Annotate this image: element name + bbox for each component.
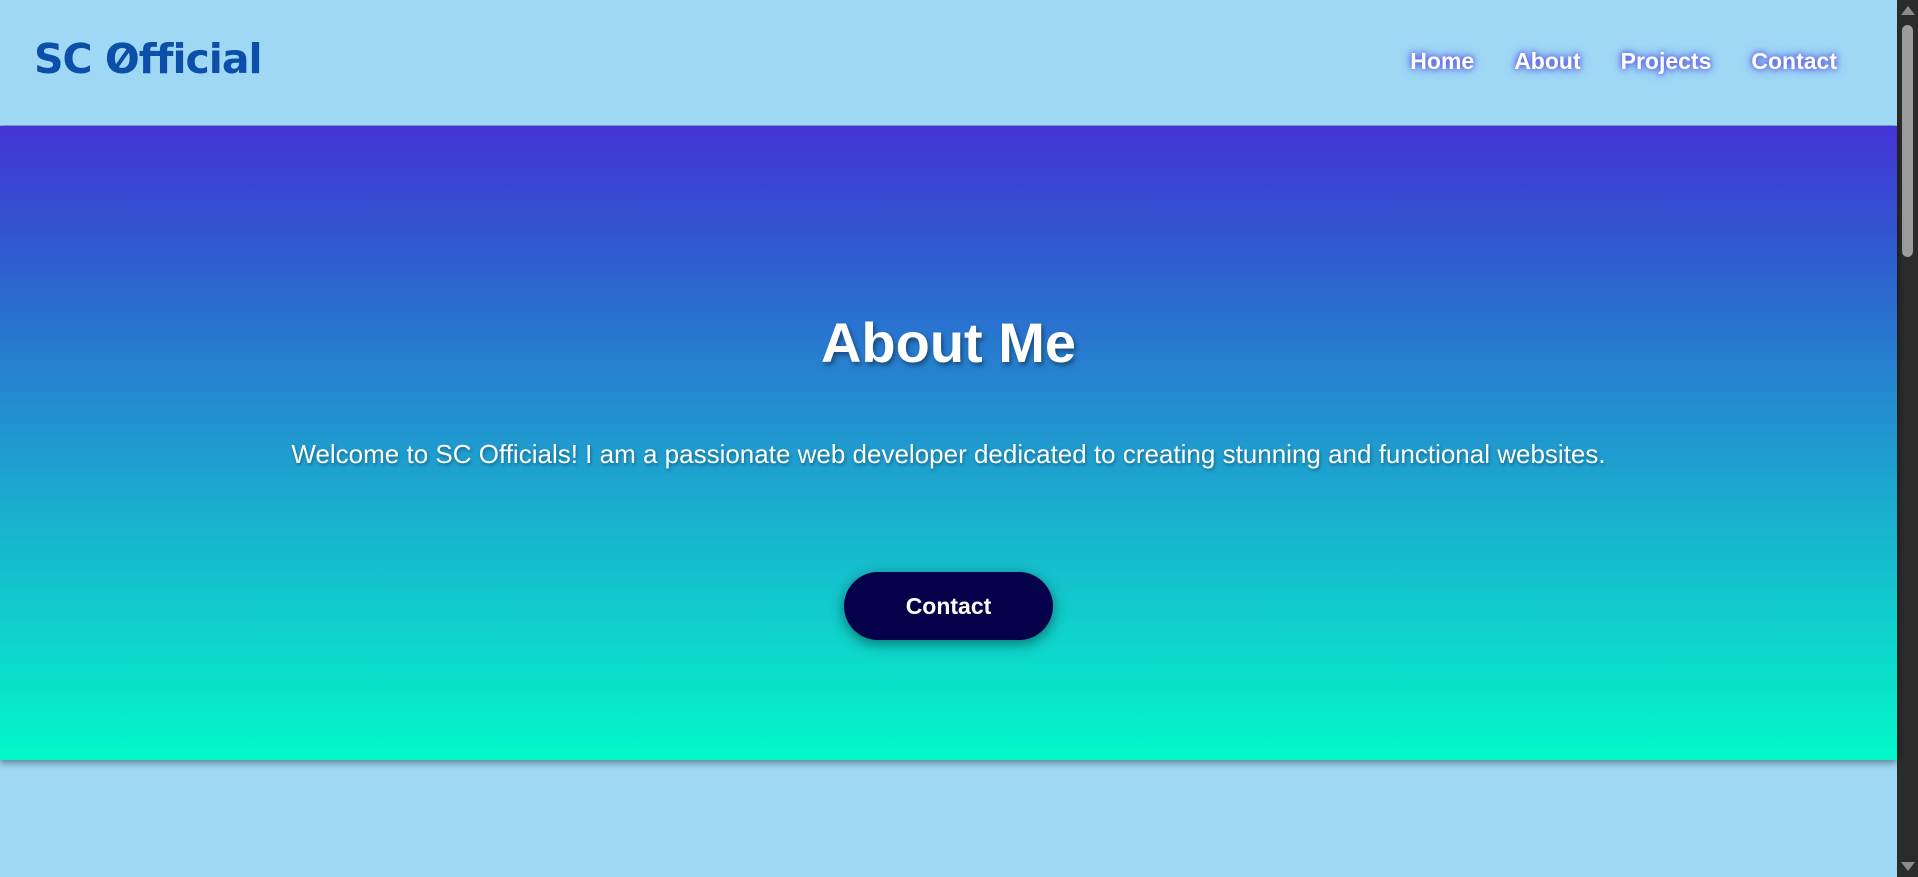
- main-nav: Home About Projects Contact: [1410, 48, 1837, 75]
- nav-link-about[interactable]: About: [1514, 48, 1580, 75]
- site-header: SC Official Home About Projects Contact: [0, 0, 1897, 125]
- page: SC Official Home About Projects Contact …: [0, 0, 1918, 877]
- nav-link-contact[interactable]: Contact: [1751, 48, 1837, 75]
- logo-suffix: fficial: [138, 35, 263, 83]
- scroll-up-arrow-icon[interactable]: [1901, 6, 1915, 15]
- hero-title: About Me: [820, 311, 1077, 374]
- scroll-thumb[interactable]: [1902, 25, 1913, 257]
- logo-prefix: SC: [34, 35, 105, 83]
- nav-link-home[interactable]: Home: [1410, 48, 1474, 75]
- vertical-scrollbar[interactable]: [1897, 0, 1918, 877]
- scroll-down-arrow-icon[interactable]: [1901, 862, 1915, 871]
- hero-description: Welcome to SC Officials! I am a passiona…: [291, 439, 1606, 469]
- logo[interactable]: SC Official: [34, 33, 263, 85]
- about-hero-section: About Me Welcome to SC Officials! I am a…: [0, 126, 1897, 760]
- contact-button[interactable]: Contact: [844, 572, 1053, 640]
- logo-slashed-o: O: [104, 35, 140, 83]
- nav-link-projects[interactable]: Projects: [1621, 48, 1712, 75]
